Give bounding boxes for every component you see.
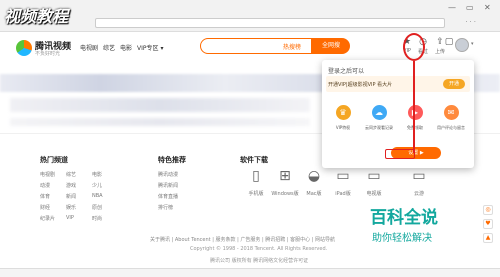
channel-link[interactable]: 动漫: [40, 182, 50, 189]
main-nav: 电视剧 综艺 电影 VIP专区 ▾: [80, 43, 163, 52]
features-title: 特色推荐: [158, 156, 186, 164]
channel-link[interactable]: 时尚: [92, 215, 102, 222]
download-phone[interactable]: ▯ 手机版: [241, 166, 271, 197]
blurred-content-2: [10, 118, 310, 126]
logo[interactable]: 腾讯视频 不负好时光: [16, 38, 76, 60]
highlight-line: [413, 61, 415, 153]
apple-icon: ◒: [307, 168, 321, 184]
message-icon: ✉: [443, 105, 459, 120]
download-windows[interactable]: ⊞ Windows版: [270, 166, 300, 197]
channel-link[interactable]: 综艺: [66, 171, 76, 178]
phone-icon: ▯: [252, 168, 260, 184]
minimize-button[interactable]: —: [448, 3, 456, 12]
nav-movie[interactable]: 电影: [120, 43, 132, 52]
feature-link[interactable]: 排行榜: [158, 204, 173, 211]
feature-link[interactable]: 腾讯新闻: [158, 182, 178, 189]
tv-icon: ▭: [367, 168, 381, 184]
watermark-subtitle: 助你轻松解决: [372, 233, 432, 244]
download-pad[interactable]: ▭ iPad版: [328, 166, 358, 197]
cloud-sync-item[interactable]: ☁ 云同步观看记录: [362, 105, 396, 131]
nav-tv[interactable]: 电视剧: [80, 43, 98, 52]
right-rail: ◎ ♥ ▲: [483, 205, 495, 247]
channel-link[interactable]: 新闻: [66, 193, 76, 200]
search-button[interactable]: 全网搜: [312, 38, 350, 54]
heart-icon[interactable]: ♥: [483, 219, 493, 229]
vip-rights-icon: ♛: [335, 105, 351, 120]
channel-link[interactable]: VIP: [66, 215, 74, 221]
laptop-icon: ▭: [412, 168, 426, 184]
logo-subtitle: 不负好时光: [35, 51, 61, 57]
channel-link[interactable]: 少儿: [92, 182, 102, 189]
window-title: 视频教程: [4, 7, 69, 26]
nav-variety[interactable]: 综艺: [103, 43, 115, 52]
feature-link[interactable]: 体育直播: [158, 193, 178, 200]
channel-link[interactable]: 电影: [92, 171, 102, 178]
channel-link[interactable]: 电视剧: [40, 171, 55, 178]
channel-link[interactable]: 原创: [92, 204, 102, 211]
address-bar[interactable]: [95, 18, 445, 28]
close-button[interactable]: ✕: [484, 3, 491, 12]
channel-link[interactable]: 体育: [40, 193, 50, 200]
download-laptop[interactable]: ▭ 云游: [404, 166, 434, 197]
download-tv[interactable]: ▭ 电视版: [359, 166, 389, 197]
tablet-icon: ▭: [336, 168, 350, 184]
back-to-top-icon[interactable]: ▲: [483, 233, 493, 243]
browser-chrome: 视频教程 — ▭ ✕ ···: [0, 0, 500, 32]
logo-icon: [16, 40, 32, 56]
nav-vip[interactable]: VIP专区 ▾: [137, 43, 163, 52]
avatar[interactable]: [455, 38, 469, 52]
highlight-ring: [403, 33, 425, 61]
download-mac[interactable]: ◒ Mac版: [299, 166, 329, 197]
download-title: 软件下载: [240, 156, 268, 164]
channel-link[interactable]: 游戏: [66, 182, 76, 189]
channel-link[interactable]: 娱乐: [66, 204, 76, 211]
login-prompt[interactable]: 登录之后可以: [328, 66, 364, 75]
copyright: Copyright © 1998 - 2018 Tencent. All Rig…: [190, 246, 328, 252]
channel-link[interactable]: 纪录片: [40, 215, 55, 222]
vip-promo-text: 开通VIP|超级影视VIP 看大片: [328, 82, 393, 88]
hot-search-link[interactable]: 热搜榜: [283, 42, 301, 51]
feedback-icon[interactable]: ◎: [483, 205, 493, 215]
watermark-title: 百科全说: [370, 208, 438, 228]
blurred-content: [10, 98, 310, 112]
skip-ad-item[interactable]: ▶ 免费领取: [398, 105, 432, 131]
feature-link[interactable]: 腾讯动漫: [158, 171, 178, 178]
license: 腾讯公司 版权所有 腾讯网络文化经营许可证: [210, 258, 309, 264]
cloud-sync-icon: ☁: [371, 105, 387, 120]
skip-ad-icon: ▶: [407, 105, 423, 120]
open-vip-button[interactable]: 开通: [443, 79, 465, 89]
taskbar: [0, 268, 500, 277]
client-button[interactable]: ▢: [442, 37, 456, 48]
chevron-down-icon[interactable]: ▾: [471, 41, 474, 47]
client-icon: ▢: [444, 37, 454, 47]
highlight-box: [385, 149, 415, 159]
windows-icon: ⊞: [279, 168, 291, 184]
channel-link[interactable]: 财经: [40, 204, 50, 211]
menu-dots-icon[interactable]: ···: [465, 18, 478, 26]
vip-rights-item[interactable]: ♛ VIP特权: [326, 105, 360, 131]
hot-channels-title: 热门频道: [40, 156, 68, 164]
message-item[interactable]: ✉ 用户评论与留言: [434, 105, 468, 131]
footer-links[interactable]: 关于腾讯 | About Tencent | 服务条款 | 广告服务 | 腾讯招…: [150, 236, 335, 243]
channel-link[interactable]: NBA: [92, 193, 103, 199]
maximize-button[interactable]: ▭: [466, 3, 474, 12]
